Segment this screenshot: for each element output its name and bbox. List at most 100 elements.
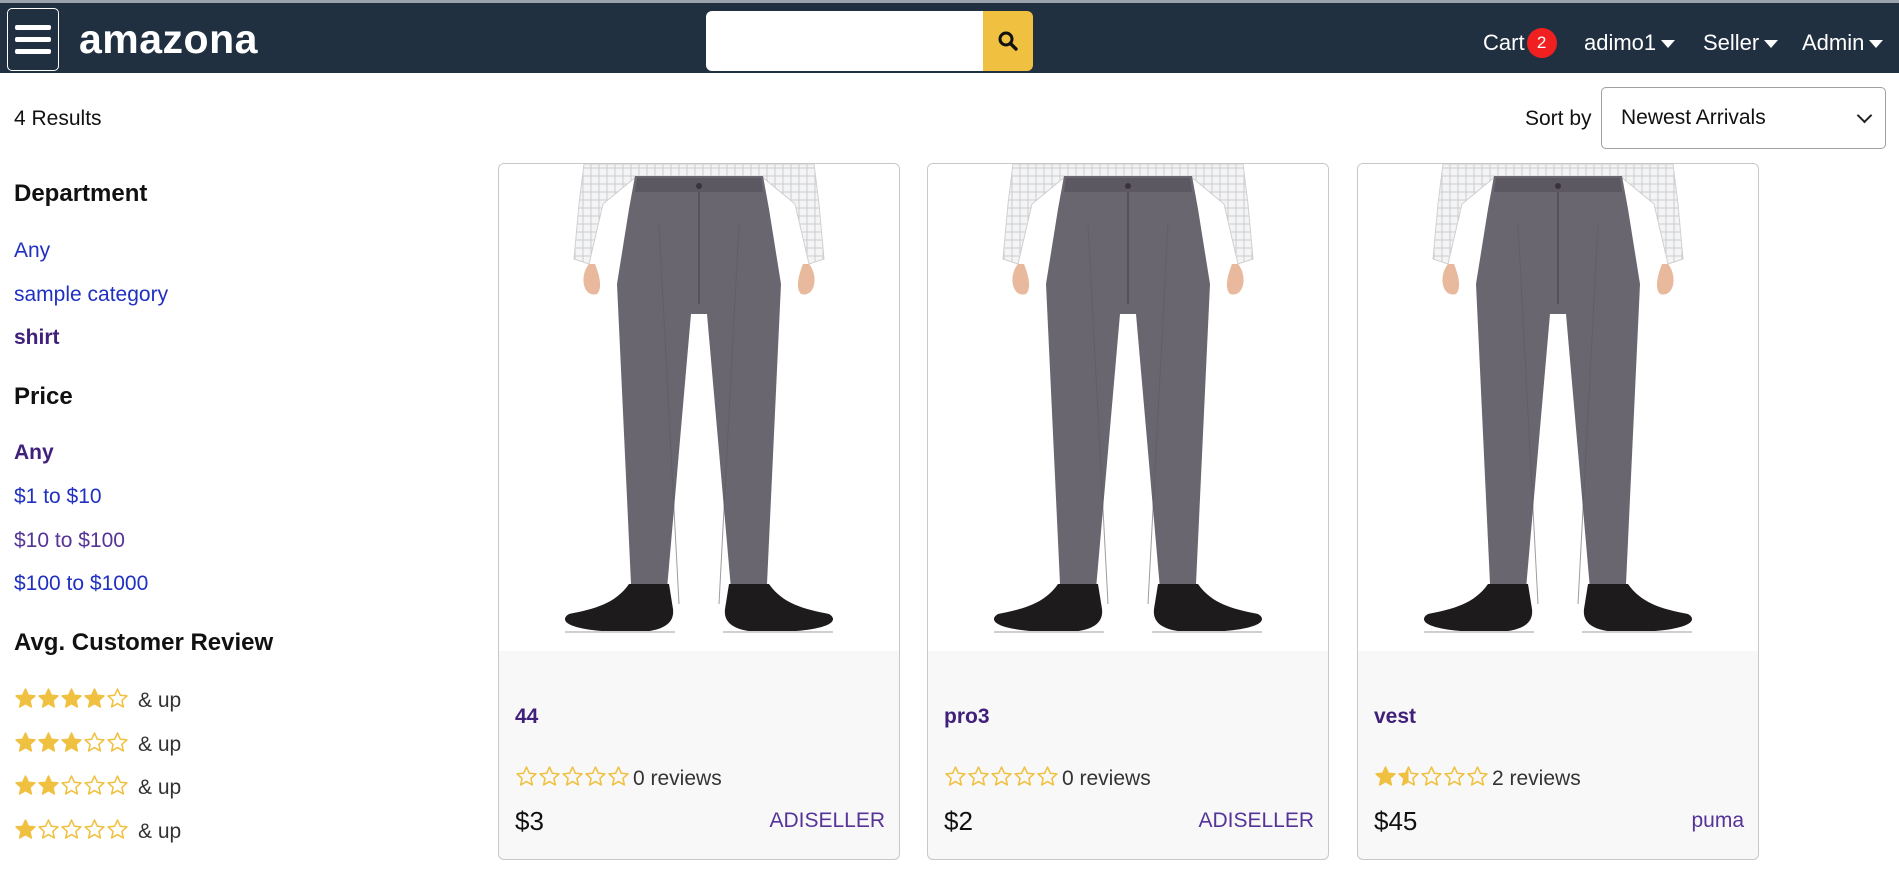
product-card: vest 2 reviews $45 puma xyxy=(1357,163,1759,860)
product-price: $45 xyxy=(1374,806,1418,836)
review-count: 2 reviews xyxy=(1492,767,1581,790)
brand-logo-link[interactable]: amazona xyxy=(79,17,258,61)
product-rating: 0 reviews xyxy=(515,765,722,793)
star-empty-icon xyxy=(562,766,583,786)
review-filter-2[interactable]: & up xyxy=(14,774,181,802)
price-link-10-100[interactable]: $10 to $100 xyxy=(14,529,125,553)
review-filter-4[interactable]: & up xyxy=(14,687,181,715)
star-empty-icon xyxy=(1037,766,1058,786)
user-menu-dropdown[interactable]: adimo1 xyxy=(1584,27,1676,59)
review-suffix: & up xyxy=(138,733,182,756)
star-full-icon xyxy=(38,732,59,752)
star-rating xyxy=(1374,765,1489,793)
cart-label: Cart xyxy=(1483,30,1525,55)
star-rating xyxy=(944,765,1059,793)
product-rating: 2 reviews xyxy=(1374,765,1581,793)
star-empty-icon xyxy=(38,819,59,839)
star-empty-icon xyxy=(107,732,128,752)
product-card: 44 0 reviews $3 ADISELLER xyxy=(498,163,900,860)
star-full-icon xyxy=(61,688,82,708)
search-input[interactable] xyxy=(706,11,983,71)
star-rating xyxy=(14,774,129,802)
review-count: 0 reviews xyxy=(633,767,722,790)
review-heading: Avg. Customer Review xyxy=(14,629,274,656)
review-suffix: & up xyxy=(138,776,182,799)
product-name-link[interactable]: 44 xyxy=(515,705,538,729)
product-image-pants xyxy=(1424,164,1692,633)
star-empty-icon xyxy=(61,775,82,795)
seller-link[interactable]: ADISELLER xyxy=(1198,809,1314,833)
caret-down-icon xyxy=(1869,40,1884,48)
star-full-icon xyxy=(15,775,36,795)
star-full-icon xyxy=(84,688,105,708)
star-empty-icon xyxy=(1014,766,1035,786)
star-empty-icon xyxy=(61,819,82,839)
seller-link[interactable]: puma xyxy=(1691,809,1744,833)
sort-selected-value: Newest Arrivals xyxy=(1621,106,1766,129)
chevron-down-icon xyxy=(1856,107,1873,123)
product-image-pants xyxy=(994,164,1262,633)
star-empty-icon xyxy=(107,775,128,795)
star-empty-icon xyxy=(1421,766,1442,786)
menu-bar-icon xyxy=(15,37,51,42)
department-heading: Department xyxy=(14,180,148,207)
search-form xyxy=(706,11,1033,71)
sort-select[interactable]: Newest Arrivals xyxy=(1601,87,1886,149)
top-navbar: amazona Cart 2 adimo1 Seller Admin xyxy=(0,0,1899,73)
department-link-sample-category[interactable]: sample category xyxy=(14,283,168,307)
star-full-icon xyxy=(61,732,82,752)
sort-label: Sort by xyxy=(1525,107,1592,130)
department-link-shirt[interactable]: shirt xyxy=(14,326,60,350)
star-empty-icon xyxy=(968,766,989,786)
review-filter-1[interactable]: & up xyxy=(14,818,181,846)
price-link-1-10[interactable]: $1 to $10 xyxy=(14,485,102,509)
product-price: $2 xyxy=(944,806,973,836)
user-menu-label: adimo1 xyxy=(1584,30,1657,55)
review-suffix: & up xyxy=(138,689,182,712)
review-count: 0 reviews xyxy=(1062,767,1151,790)
price-link-any[interactable]: Any xyxy=(14,441,54,465)
star-empty-icon xyxy=(84,732,105,752)
star-empty-icon xyxy=(516,766,537,786)
star-full-icon xyxy=(15,819,36,839)
results-count: 4 Results xyxy=(14,107,102,130)
star-empty-icon xyxy=(945,766,966,786)
price-link-100-1000[interactable]: $100 to $1000 xyxy=(14,572,148,596)
star-empty-icon xyxy=(539,766,560,786)
review-suffix: & up xyxy=(138,820,182,843)
search-button[interactable] xyxy=(983,11,1033,71)
product-image[interactable] xyxy=(928,164,1328,651)
star-empty-icon xyxy=(1467,766,1488,786)
review-filter-3[interactable]: & up xyxy=(14,731,181,759)
star-half-icon xyxy=(1398,766,1419,786)
star-empty-icon xyxy=(1444,766,1465,786)
star-rating xyxy=(14,687,129,715)
seller-menu-dropdown[interactable]: Seller xyxy=(1703,27,1779,59)
product-price: $3 xyxy=(515,806,544,836)
star-empty-icon xyxy=(84,775,105,795)
star-rating xyxy=(14,818,129,846)
product-image[interactable] xyxy=(1358,164,1758,651)
star-full-icon xyxy=(15,688,36,708)
hamburger-menu-button[interactable] xyxy=(7,8,59,71)
department-link-any[interactable]: Any xyxy=(14,239,50,263)
star-empty-icon xyxy=(608,766,629,786)
admin-menu-label: Admin xyxy=(1802,30,1865,55)
star-full-icon xyxy=(15,732,36,752)
product-image[interactable] xyxy=(499,164,899,651)
admin-menu-dropdown[interactable]: Admin xyxy=(1802,27,1884,59)
caret-down-icon xyxy=(1764,40,1779,48)
search-icon xyxy=(998,31,1018,51)
product-image-pants xyxy=(565,164,833,633)
seller-link[interactable]: ADISELLER xyxy=(769,809,885,833)
star-full-icon xyxy=(38,775,59,795)
cart-link[interactable]: Cart 2 xyxy=(1483,27,1557,59)
product-name-link[interactable]: vest xyxy=(1374,705,1416,729)
star-rating xyxy=(14,731,129,759)
cart-count-badge: 2 xyxy=(1526,28,1557,58)
caret-down-icon xyxy=(1661,40,1676,48)
star-empty-icon xyxy=(107,688,128,708)
product-name-link[interactable]: pro3 xyxy=(944,705,990,729)
seller-menu-label: Seller xyxy=(1703,30,1760,55)
star-full-icon xyxy=(38,688,59,708)
